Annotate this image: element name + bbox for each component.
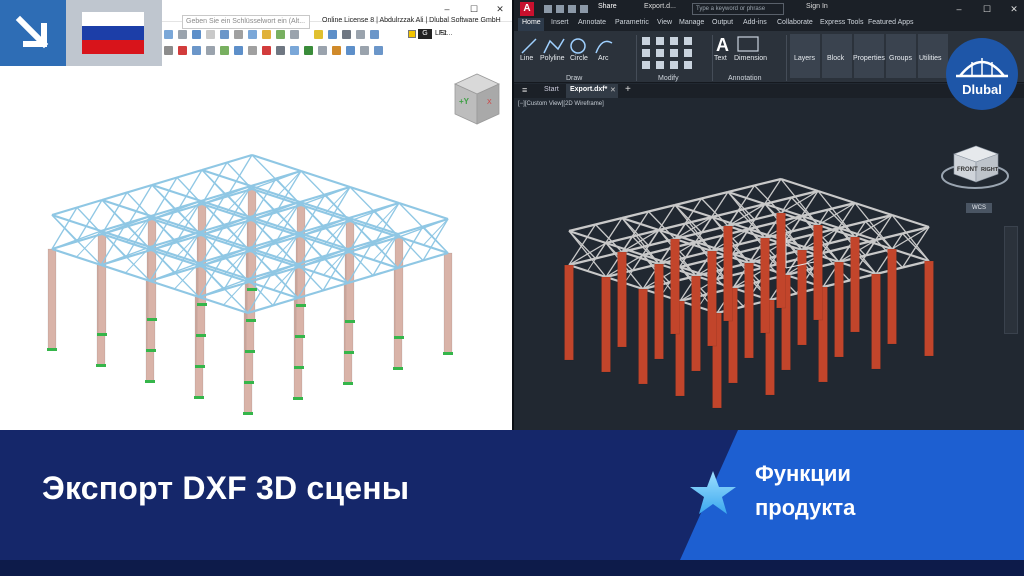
title-banner: Экспорт DXF 3D сцены (0, 430, 1024, 576)
dlubal-bridge-icon (956, 58, 1008, 78)
column (850, 236, 860, 333)
support (47, 348, 57, 351)
column (197, 203, 207, 305)
column (247, 188, 257, 290)
rfem-window: – ☐ ✕ Geben Sie ein Schlüsselwort ein (A… (0, 0, 512, 430)
support (244, 381, 254, 384)
dlubal-logo: Dlubal (946, 38, 1018, 110)
column (670, 238, 680, 335)
support (246, 319, 256, 322)
navigation-bar[interactable] (1004, 226, 1018, 334)
column (654, 263, 664, 360)
dlubal-brand-name: Dlubal (962, 82, 1002, 97)
column (871, 273, 881, 370)
column (834, 261, 844, 358)
support (196, 334, 206, 337)
support (146, 349, 156, 352)
column (924, 260, 934, 357)
support (343, 382, 353, 385)
column (776, 212, 786, 309)
support (195, 365, 205, 368)
column (638, 288, 648, 385)
column (47, 248, 57, 350)
arrow-badge (0, 0, 66, 66)
support (293, 397, 303, 400)
viewcube-front-label: FRONT (957, 167, 978, 173)
column (744, 262, 754, 359)
support (247, 288, 257, 291)
column (147, 218, 157, 320)
column (813, 224, 823, 321)
badge-text-line-2: продукта (755, 495, 856, 520)
column (723, 225, 733, 322)
star-icon (690, 471, 736, 514)
support (243, 412, 253, 415)
support (393, 367, 403, 370)
banner-title: Экспорт DXF 3D сцены (42, 470, 410, 506)
support (294, 366, 304, 369)
wcs-menu[interactable]: WCS (966, 203, 992, 213)
column (601, 276, 611, 373)
support (345, 320, 355, 323)
badge-text-line-1: Функции (755, 461, 851, 486)
column (97, 233, 107, 335)
viewcube-right-label: RIGHT (981, 167, 999, 173)
support (97, 333, 107, 336)
banner-bottom-stripe (0, 560, 1024, 576)
support (394, 336, 404, 339)
support (145, 380, 155, 383)
support (96, 364, 106, 367)
column (443, 252, 453, 354)
arrow-down-right-icon (15, 15, 49, 49)
column (887, 248, 897, 345)
support (295, 335, 305, 338)
column (617, 251, 627, 348)
column (296, 204, 306, 306)
column (345, 220, 355, 322)
support (197, 303, 207, 306)
support (443, 352, 453, 355)
column (707, 250, 717, 347)
thumbnail: – ☐ ✕ Geben Sie ein Schlüsselwort ein (A… (0, 0, 1024, 576)
column (691, 275, 701, 372)
support (147, 318, 157, 321)
autocad-view-cube[interactable]: FRONT RIGHT (940, 140, 1010, 192)
column (760, 237, 770, 334)
support (296, 304, 306, 307)
support (194, 396, 204, 399)
russia-flag-icon (82, 12, 144, 54)
support (344, 351, 354, 354)
support (245, 350, 255, 353)
column (564, 264, 574, 361)
column (394, 236, 404, 338)
